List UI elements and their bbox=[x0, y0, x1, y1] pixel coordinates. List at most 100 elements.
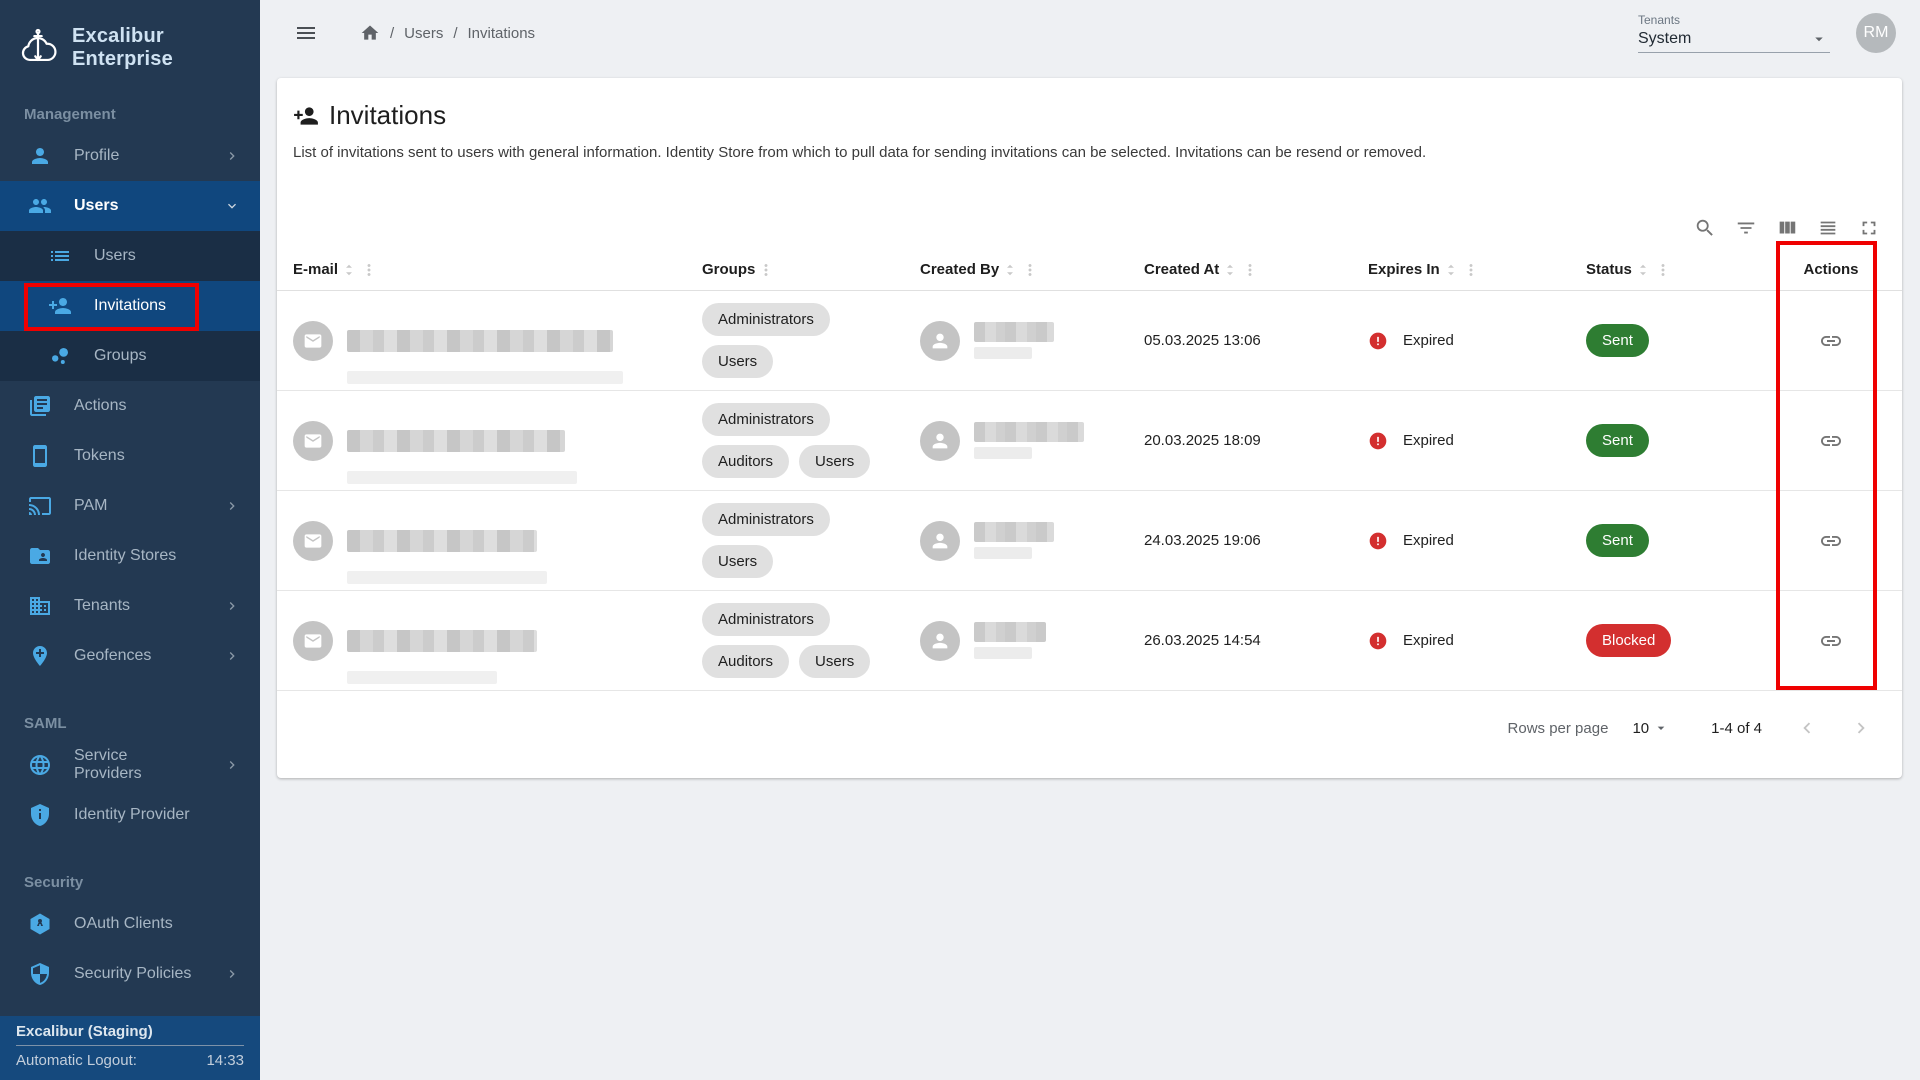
error-icon bbox=[1368, 531, 1388, 551]
columns-icon[interactable] bbox=[1776, 217, 1798, 239]
invitation-link-icon[interactable] bbox=[1819, 629, 1843, 653]
breadcrumb-separator: / bbox=[390, 25, 394, 42]
sort-icon[interactable] bbox=[1442, 261, 1460, 279]
user-avatar-placeholder bbox=[920, 521, 960, 561]
main-area: / Users / Invitations Tenants System RM … bbox=[260, 0, 1920, 1080]
sidebar-item-pam[interactable]: PAM bbox=[0, 481, 260, 531]
chevron-right-icon bbox=[220, 757, 244, 773]
table-toolbar bbox=[277, 217, 1902, 239]
sidebar-item-service-providers[interactable]: Service Providers bbox=[0, 740, 260, 790]
sidebar-item-label: Invitations bbox=[94, 297, 244, 315]
caret-down-icon bbox=[1653, 720, 1669, 736]
hexagon-client-icon bbox=[28, 912, 52, 936]
sidebar-item-label: Users bbox=[74, 197, 198, 215]
density-icon[interactable] bbox=[1817, 217, 1839, 239]
groups-cell: Administrators Auditors Users bbox=[702, 603, 920, 678]
redacted-name bbox=[974, 622, 1046, 642]
column-menu-icon[interactable] bbox=[757, 261, 775, 279]
status-cell: Sent bbox=[1586, 324, 1776, 357]
column-menu-icon[interactable] bbox=[1654, 261, 1672, 279]
sidebar-item-users[interactable]: Users bbox=[0, 181, 260, 231]
sidebar-item-tenants[interactable]: Tenants bbox=[0, 581, 260, 631]
header-created-at: Created At bbox=[1144, 261, 1368, 279]
sidebar-item-label: OAuth Clients bbox=[74, 915, 244, 933]
environment-label: Excalibur (Staging) bbox=[16, 1023, 244, 1046]
sidebar-item-label: Actions bbox=[74, 397, 244, 415]
group-chip: Auditors bbox=[702, 645, 789, 678]
group-chip: Administrators bbox=[702, 603, 830, 636]
column-menu-icon[interactable] bbox=[1462, 261, 1480, 279]
cast-screen-icon bbox=[28, 494, 52, 518]
invitation-link-icon[interactable] bbox=[1819, 429, 1843, 453]
sidebar-item-label: PAM bbox=[74, 497, 198, 515]
rows-per-page-select[interactable]: 10 bbox=[1632, 720, 1669, 737]
sort-icon[interactable] bbox=[1001, 261, 1019, 279]
chevron-right-icon bbox=[220, 148, 244, 164]
sidebar-item-label: Tokens bbox=[74, 447, 244, 465]
sidebar-item-oauth-clients[interactable]: OAuth Clients bbox=[0, 899, 260, 949]
invitation-link-icon[interactable] bbox=[1819, 529, 1843, 553]
email-avatar bbox=[293, 321, 333, 361]
expires-cell: Expired bbox=[1368, 631, 1586, 651]
column-menu-icon[interactable] bbox=[1021, 261, 1039, 279]
group-chip: Administrators bbox=[702, 503, 830, 536]
header-status: Status bbox=[1586, 261, 1776, 279]
person-add-icon bbox=[48, 294, 72, 318]
sidebar-item-label: Groups bbox=[94, 347, 244, 365]
created-at-cell: 20.03.2025 18:09 bbox=[1144, 432, 1368, 449]
fullscreen-icon[interactable] bbox=[1858, 217, 1880, 239]
sort-icon[interactable] bbox=[1634, 261, 1652, 279]
sidebar-item-users-list[interactable]: Users bbox=[0, 231, 260, 281]
pagination-bar: Rows per page 10 1-4 of 4 bbox=[277, 691, 1902, 739]
created-by-cell bbox=[920, 491, 1144, 590]
invitations-card: Invitations List of invitations sent to … bbox=[277, 78, 1902, 778]
error-icon bbox=[1368, 431, 1388, 451]
column-menu-icon[interactable] bbox=[1241, 261, 1259, 279]
error-icon bbox=[1368, 331, 1388, 351]
sidebar-item-profile[interactable]: Profile bbox=[0, 131, 260, 181]
security-shield-icon bbox=[28, 962, 52, 986]
sidebar-item-label: Profile bbox=[74, 147, 198, 165]
email-cell bbox=[293, 591, 702, 690]
invitation-link-icon[interactable] bbox=[1819, 329, 1843, 353]
tenants-select[interactable]: Tenants System bbox=[1638, 13, 1830, 53]
add-location-icon bbox=[28, 644, 52, 668]
breadcrumb-users[interactable]: Users bbox=[404, 25, 443, 42]
created-at-cell: 05.03.2025 13:06 bbox=[1144, 332, 1368, 349]
sidebar-item-invitations[interactable]: Invitations bbox=[0, 281, 260, 331]
sidebar-item-identity-provider[interactable]: Identity Provider bbox=[0, 790, 260, 840]
filter-icon[interactable] bbox=[1735, 217, 1757, 239]
bubble-chart-icon bbox=[48, 344, 72, 368]
email-cell bbox=[293, 291, 702, 390]
next-page-icon[interactable] bbox=[1850, 717, 1872, 739]
sort-icon[interactable] bbox=[340, 261, 358, 279]
group-chip: Users bbox=[799, 645, 870, 678]
folder-shared-icon bbox=[28, 544, 52, 568]
group-chip: Auditors bbox=[702, 445, 789, 478]
sidebar-item-groups[interactable]: Groups bbox=[0, 331, 260, 381]
status-cell: Sent bbox=[1586, 524, 1776, 557]
sidebar-item-geofences[interactable]: Geofences bbox=[0, 631, 260, 681]
sidebar-item-tokens[interactable]: Tokens bbox=[0, 431, 260, 481]
column-menu-icon[interactable] bbox=[360, 261, 378, 279]
breadcrumb-invitations[interactable]: Invitations bbox=[468, 25, 536, 42]
email-avatar bbox=[293, 621, 333, 661]
auto-logout-timer: 14:33 bbox=[206, 1052, 244, 1069]
redacted-text bbox=[347, 471, 577, 484]
sort-icon[interactable] bbox=[1221, 261, 1239, 279]
expires-cell: Expired bbox=[1368, 431, 1586, 451]
sidebar-item-identity-stores[interactable]: Identity Stores bbox=[0, 531, 260, 581]
redacted-email bbox=[347, 530, 537, 552]
sidebar-item-actions[interactable]: Actions bbox=[0, 381, 260, 431]
home-icon[interactable] bbox=[360, 23, 380, 43]
created-by-cell bbox=[920, 391, 1144, 490]
search-icon[interactable] bbox=[1694, 217, 1716, 239]
chevron-right-icon bbox=[220, 966, 244, 982]
previous-page-icon[interactable] bbox=[1796, 717, 1818, 739]
sidebar-item-security-policies[interactable]: Security Policies bbox=[0, 949, 260, 999]
menu-toggle-icon[interactable] bbox=[294, 21, 318, 45]
status-badge: Blocked bbox=[1586, 624, 1671, 657]
user-avatar[interactable]: RM bbox=[1856, 13, 1896, 53]
avatar-initials: RM bbox=[1864, 24, 1889, 42]
created-by-cell bbox=[920, 591, 1144, 690]
